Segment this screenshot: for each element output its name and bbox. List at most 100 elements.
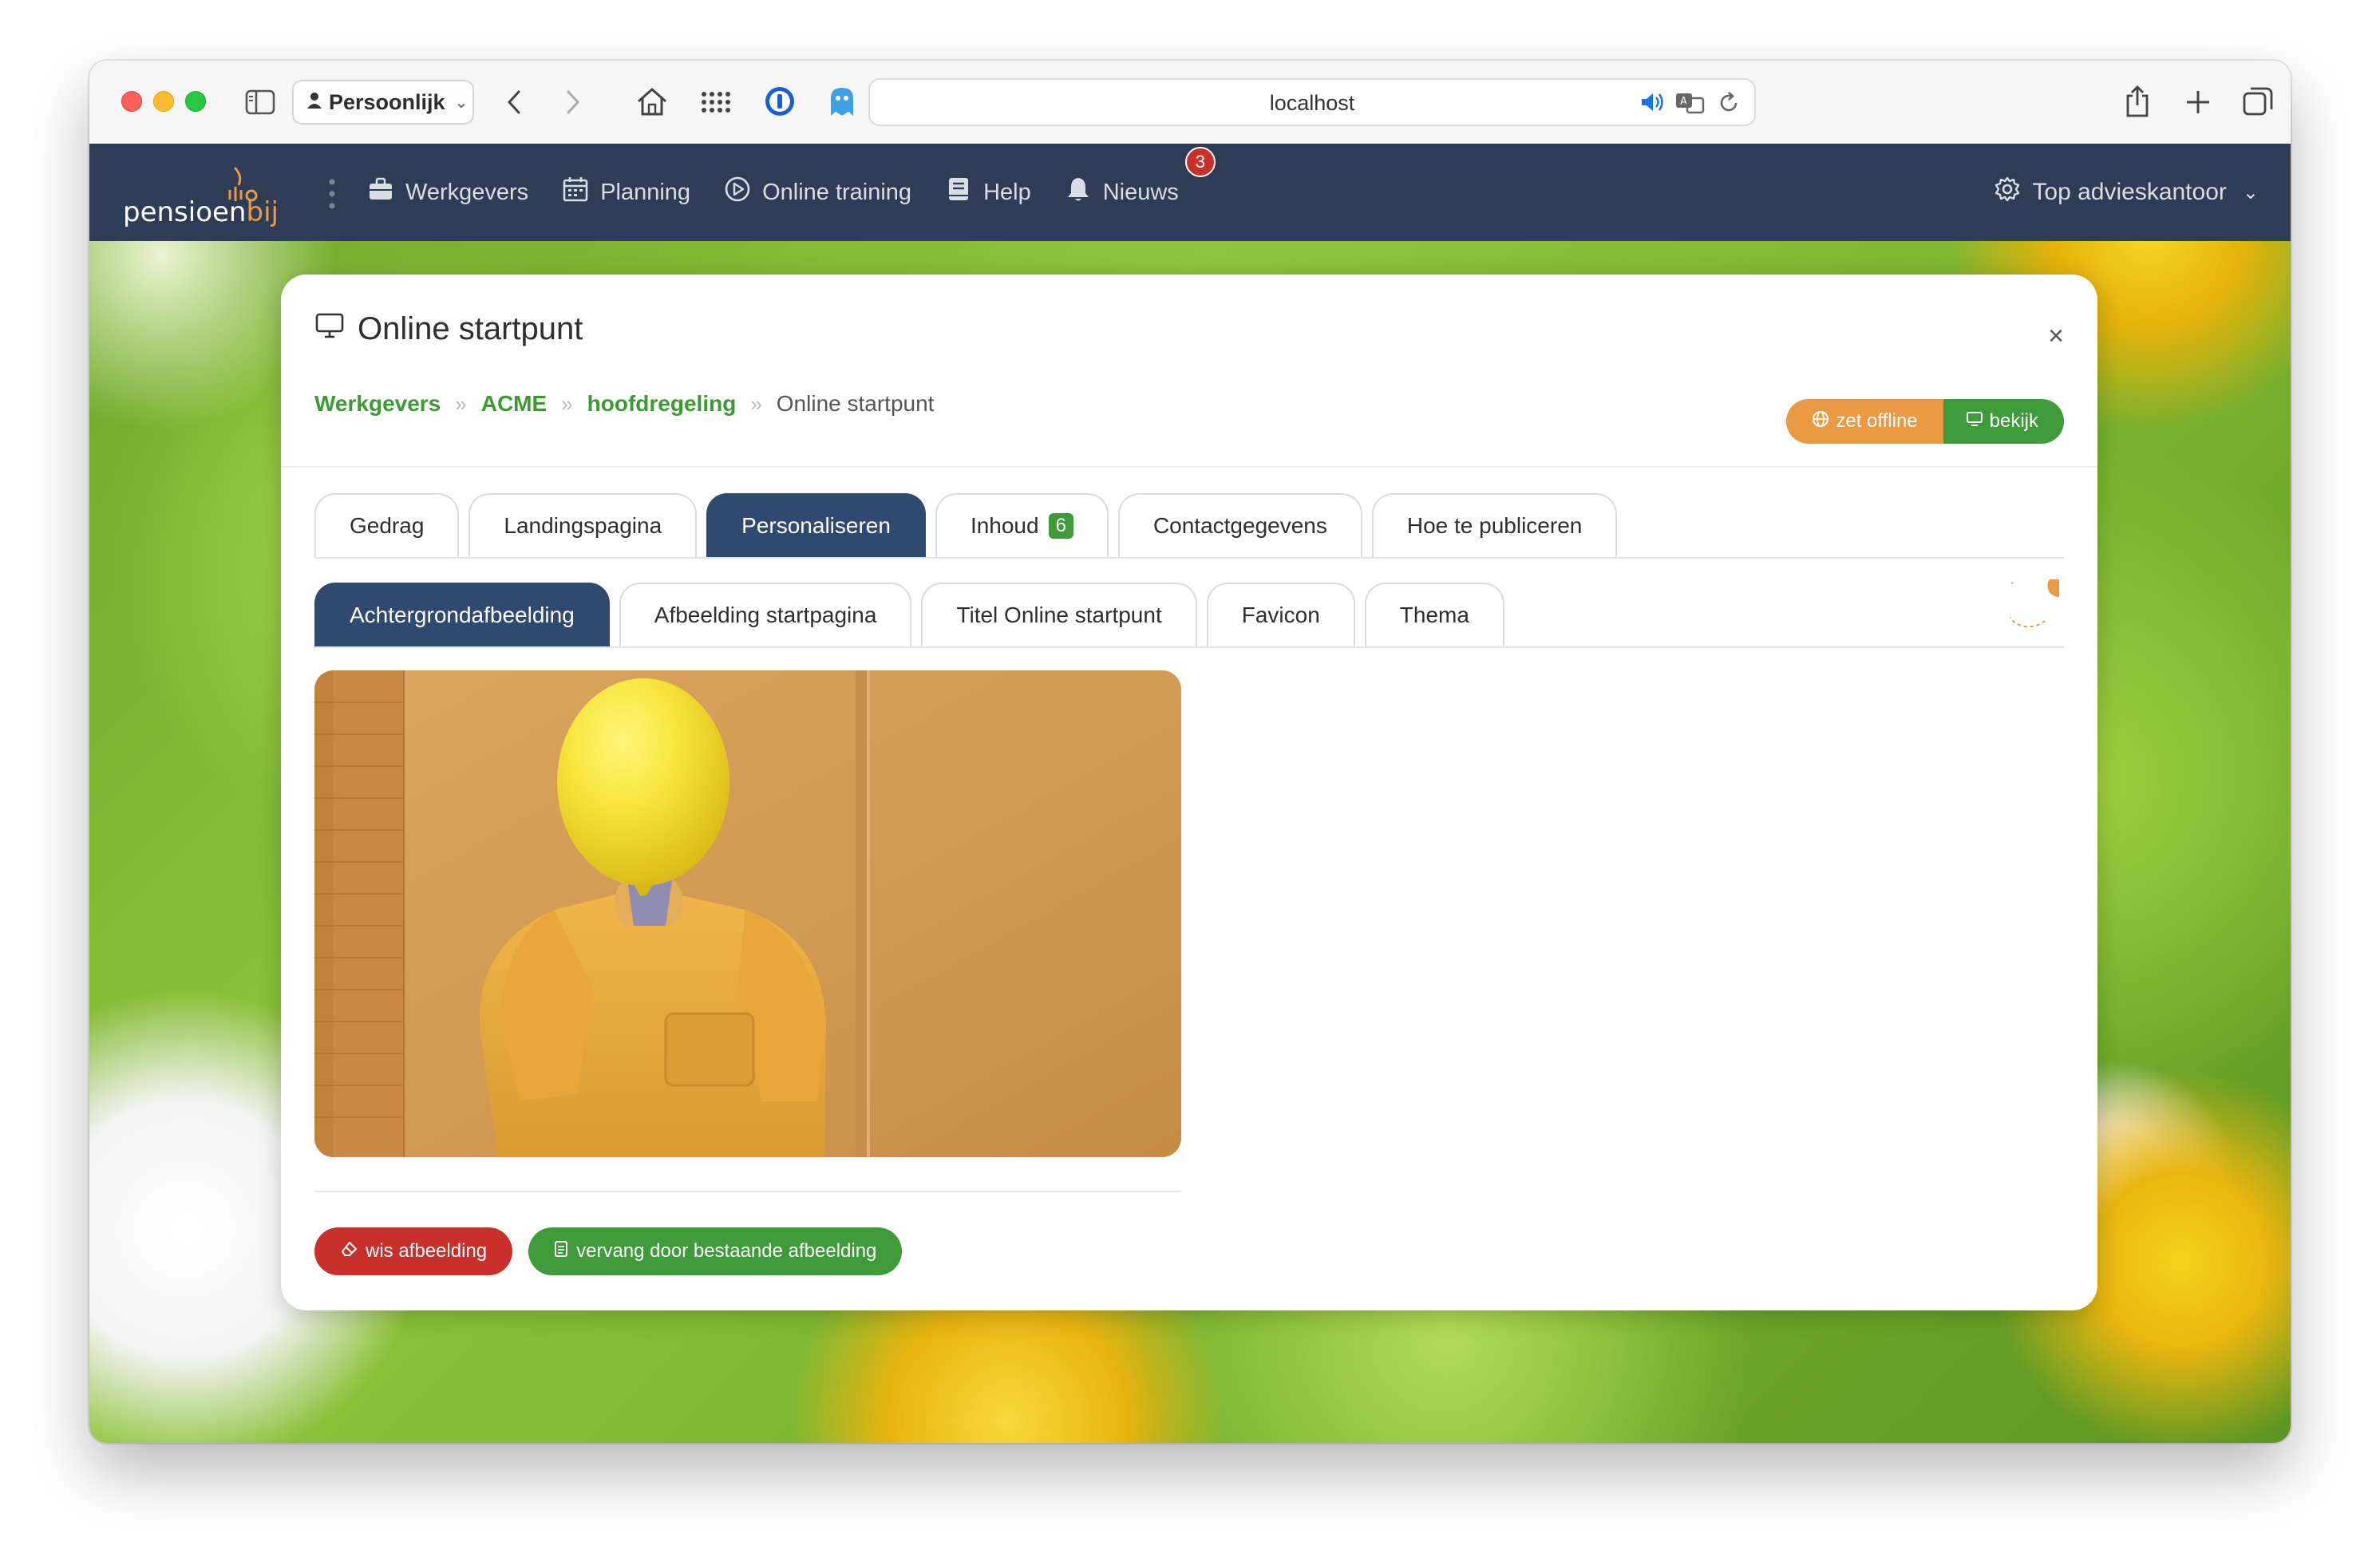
divider (281, 466, 2097, 468)
nav-item-planning[interactable]: Planning (562, 176, 690, 209)
nav-label: Nieuws (1102, 179, 1179, 205)
gear-icon (1994, 176, 2021, 209)
subtab-favicon[interactable]: Favicon (1206, 583, 1355, 646)
bell-icon (1065, 176, 1092, 209)
new-tab-icon[interactable] (2180, 85, 2216, 120)
sub-tabs: Achtergrondafbeelding Afbeelding startpa… (314, 583, 1514, 646)
nav-label: Help (983, 179, 1031, 205)
nav-item-werkgevers[interactable]: Werkgevers (367, 176, 528, 209)
bekijk-label: bekijk (1989, 410, 2038, 432)
breadcrumb-separator-icon: » (455, 391, 467, 416)
main-nav: Werkgevers Planning Online training Help… (367, 144, 1216, 241)
subtab-achtergrondafbeelding[interactable]: Achtergrondafbeelding (314, 583, 610, 646)
monitor-icon (1966, 410, 1983, 433)
tab-label: Gedrag (350, 513, 425, 538)
sidebar-toggle-icon[interactable] (244, 88, 276, 117)
vervang-afbeelding-label: vervang door bestaande afbeelding (576, 1240, 877, 1262)
subtab-afbeelding-startpagina[interactable]: Afbeelding startpagina (619, 583, 912, 646)
globe-icon (1812, 410, 1829, 433)
reload-icon[interactable] (1718, 91, 1740, 119)
tab-personaliseren[interactable]: Personaliseren (706, 493, 926, 557)
chevron-down-icon: ⌄ (454, 93, 468, 112)
more-menu-icon[interactable] (329, 179, 335, 213)
tab-label: Personaliseren (741, 513, 891, 538)
zet-offline-button[interactable]: zet offline (1786, 399, 1943, 444)
org-label: Top advieskantoor (2032, 179, 2227, 205)
nav-item-help[interactable]: Help (945, 176, 1031, 209)
browser-window: Persoonlijk ⌄ localhost A pensioenbij We… (89, 61, 2291, 1443)
eraser-icon (340, 1240, 358, 1263)
forward-icon[interactable] (557, 85, 589, 120)
translate-icon[interactable]: A (1674, 91, 1705, 119)
loading-spinner-icon (2002, 576, 2066, 632)
book-icon (945, 176, 972, 209)
briefcase-icon (367, 176, 394, 209)
tab-hoe-te-publiceren[interactable]: Hoe te publiceren (1371, 493, 1618, 557)
zet-offline-label: zet offline (1836, 410, 1918, 432)
password-manager-icon[interactable] (761, 83, 798, 120)
grid-icon[interactable] (698, 85, 733, 120)
vervang-afbeelding-button[interactable]: vervang door bestaande afbeelding (528, 1227, 903, 1275)
tab-landingspagina[interactable]: Landingspagina (468, 493, 698, 557)
image-actions: wis afbeelding vervang door bestaande af… (314, 1227, 903, 1275)
calendar-icon (562, 176, 589, 209)
nav-label: Werkgevers (405, 179, 529, 205)
tab-label: Inhoud (970, 513, 1039, 538)
tab-label: Titel Online startpunt (956, 603, 1162, 627)
breadcrumb: Werkgevers » ACME » hoofdregeling » Onli… (314, 391, 934, 417)
home-icon[interactable] (634, 83, 670, 120)
nav-item-online-training[interactable]: Online training (724, 176, 911, 209)
subtab-thema[interactable]: Thema (1364, 583, 1504, 646)
zoom-window-button[interactable] (185, 91, 206, 112)
status-button-group: zet offline bekijk (1786, 399, 2064, 444)
wis-afbeelding-label: wis afbeelding (366, 1240, 488, 1262)
card-header: Online startpunt (314, 311, 583, 347)
tab-inhoud[interactable]: Inhoud 6 (935, 493, 1109, 557)
breadcrumb-separator-icon: » (750, 391, 762, 416)
chevron-down-icon: ⌄ (2242, 181, 2259, 204)
logo-text: pensioen (123, 196, 247, 228)
subtabs-baseline (314, 646, 2064, 648)
tab-overview-icon[interactable] (2240, 83, 2276, 120)
tab-label: Afbeelding startpagina (654, 603, 877, 627)
speaker-icon[interactable] (1639, 91, 1666, 117)
file-icon (554, 1240, 568, 1263)
browser-toolbar: Persoonlijk ⌄ localhost A (89, 61, 2291, 145)
play-circle-icon (724, 176, 751, 209)
svg-text:A: A (1680, 96, 1687, 108)
notification-badge: 3 (1184, 147, 1216, 177)
tab-label: Hoe te publiceren (1406, 513, 1583, 538)
nav-item-nieuws[interactable]: Nieuws 3 (1065, 147, 1216, 209)
tab-label: Thema (1399, 603, 1469, 627)
bekijk-button[interactable]: bekijk (1943, 399, 2064, 444)
page-background: pensioenbij Werkgevers Planning Online t… (89, 144, 2291, 1443)
person-icon (306, 90, 322, 115)
address-bar[interactable]: localhost A (868, 78, 1756, 126)
top-navbar: pensioenbij Werkgevers Planning Online t… (89, 144, 2291, 241)
url-text: localhost (1269, 91, 1355, 115)
tab-gedrag[interactable]: Gedrag (314, 493, 460, 557)
subtab-titel-online-startpunt[interactable]: Titel Online startpunt (921, 583, 1197, 646)
breadcrumb-werkgevers[interactable]: Werkgevers (314, 391, 441, 417)
nav-label: Online training (762, 179, 912, 205)
pensioenbij-logo[interactable]: pensioenbij (123, 160, 279, 231)
profile-switcher[interactable]: Persoonlijk ⌄ (292, 80, 474, 124)
organization-menu[interactable]: Top advieskantoor ⌄ (1994, 144, 2259, 241)
tab-label: Contactgegevens (1152, 513, 1327, 538)
ghost-extension-icon[interactable] (824, 83, 860, 120)
back-icon[interactable] (498, 85, 530, 120)
count-badge: 6 (1048, 513, 1073, 539)
tab-label: Achtergrondafbeelding (350, 603, 575, 627)
tab-contactgegevens[interactable]: Contactgegevens (1117, 493, 1362, 557)
minimize-window-button[interactable] (153, 91, 174, 112)
tabs-baseline (314, 557, 2064, 559)
wis-afbeelding-button[interactable]: wis afbeelding (314, 1227, 513, 1275)
breadcrumb-hoofdregeling[interactable]: hoofdregeling (587, 391, 737, 417)
breadcrumb-acme[interactable]: ACME (481, 391, 547, 417)
nav-label: Planning (600, 179, 691, 205)
divider (314, 1191, 1181, 1192)
share-icon[interactable] (2120, 83, 2155, 120)
close-icon[interactable]: × (2048, 321, 2064, 352)
background-image-preview (314, 670, 1181, 1157)
close-window-button[interactable] (121, 91, 142, 112)
